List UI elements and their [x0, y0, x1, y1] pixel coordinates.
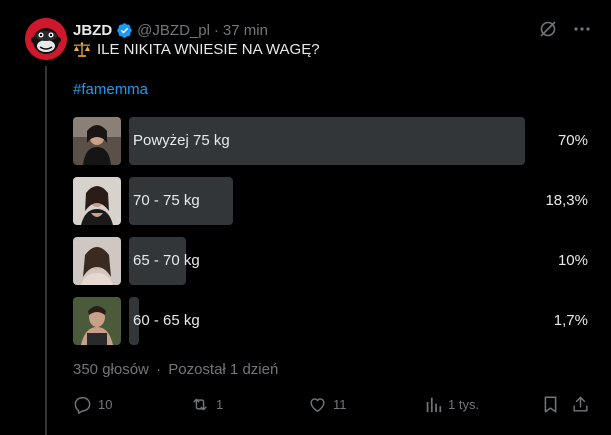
thread-line — [45, 66, 47, 435]
repost-icon — [190, 395, 210, 414]
poll-option-image — [73, 177, 121, 225]
tweet-text-content: ILE NIKITA WNIESIE NA WAGĘ? — [97, 41, 320, 58]
tweet-text: ILE NIKITA WNIESIE NA WAGĘ? — [73, 41, 320, 58]
poll-option-image — [73, 117, 121, 165]
bookmark-icon — [542, 395, 559, 414]
poll-votes: 350 głosów — [73, 361, 149, 378]
views-button[interactable]: 1 tys. — [425, 393, 479, 415]
poll-option-percent: 1,7% — [553, 312, 588, 329]
reply-count: 10 — [98, 396, 113, 412]
poll-option-percent: 10% — [557, 252, 588, 269]
author-name[interactable]: JBZD — [73, 22, 112, 39]
hashtag-link[interactable]: #famemma — [73, 81, 148, 98]
like-icon — [308, 395, 327, 414]
poll-meta-separator: · — [156, 361, 162, 378]
poll-option-label: 65 - 70 kg — [133, 252, 200, 269]
like-count: 11 — [333, 396, 347, 412]
poll-remaining: Pozostał 1 dzień — [168, 361, 279, 378]
poll-option: 65 - 70 kg 10% — [73, 237, 588, 285]
poll-option: 60 - 65 kg 1,7% — [73, 297, 588, 345]
tweet-time[interactable]: 37 min — [223, 22, 268, 39]
poll-option-label: 70 - 75 kg — [133, 192, 200, 209]
poll-option-image — [73, 237, 121, 285]
verified-badge-icon — [116, 22, 133, 39]
views-count: 1 tys. — [448, 396, 480, 412]
scales-emoji-icon — [73, 41, 91, 58]
author-handle[interactable]: @JBZD_pl — [137, 22, 210, 39]
tweet-actions: 10 1 11 1 tys. — [73, 393, 593, 415]
bookmark-button[interactable] — [542, 393, 559, 415]
poll-option: 70 - 75 kg 18,3% — [73, 177, 588, 225]
views-icon — [425, 395, 442, 414]
repost-count: 1 — [216, 396, 224, 412]
header-separator: · — [213, 21, 219, 39]
poll-option-label: Powyżej 75 kg — [133, 132, 230, 149]
tweet[interactable]: JBZD @JBZD_pl · 37 min ILE NIKITA WNIESI… — [0, 0, 611, 435]
poll-option-percent: 18,3% — [545, 192, 588, 209]
share-icon — [571, 395, 590, 414]
tweet-top-actions — [539, 20, 591, 38]
avatar[interactable] — [25, 18, 67, 60]
poll-option: Powyżej 75 kg 70% — [73, 117, 588, 165]
poll-option-image — [73, 297, 121, 345]
tweet-header: JBZD @JBZD_pl · 37 min — [73, 19, 268, 41]
poll-meta: 350 głosów · Pozostał 1 dzień — [73, 361, 278, 378]
repost-button[interactable]: 1 — [190, 393, 223, 415]
grok-icon[interactable] — [539, 20, 557, 38]
like-button[interactable]: 11 — [308, 393, 347, 415]
more-icon[interactable] — [573, 20, 591, 38]
reply-icon — [73, 395, 92, 414]
reply-button[interactable]: 10 — [73, 393, 112, 415]
share-button[interactable] — [571, 393, 590, 415]
poll-option-percent: 70% — [557, 132, 588, 149]
poll-option-label: 60 - 65 kg — [133, 312, 200, 329]
